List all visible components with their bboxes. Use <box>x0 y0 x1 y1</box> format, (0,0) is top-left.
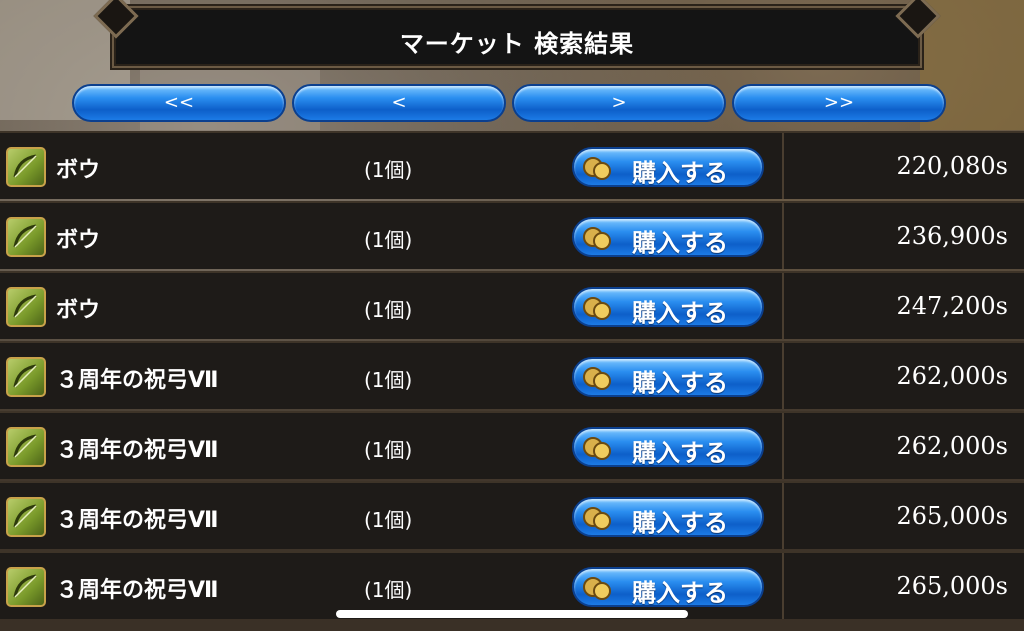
item-quantity: (1個) <box>364 438 413 462</box>
item-price: 265,000s <box>896 502 1008 530</box>
buy-button[interactable]: 購入する <box>572 567 764 607</box>
bow-icon <box>6 567 46 607</box>
column-divider <box>782 343 784 409</box>
column-divider <box>782 203 784 269</box>
buy-button-label: 購入する <box>632 299 728 327</box>
pagination-bar: << < > >> <box>72 84 952 124</box>
list-item: ３周年の祝弓Ⅶ (1個) 購入する 262,000s <box>0 341 1024 409</box>
list-item: ボウ (1個) 購入する 220,080s <box>0 131 1024 199</box>
buy-button[interactable]: 購入する <box>572 357 764 397</box>
prev-page-button[interactable]: < <box>292 84 506 122</box>
item-price: 236,900s <box>896 222 1008 250</box>
buy-button-label: 購入する <box>632 579 728 607</box>
coin-icon <box>583 437 611 460</box>
bow-icon <box>6 217 46 257</box>
item-quantity: (1個) <box>364 368 413 392</box>
list-item: ボウ (1個) 購入する 236,900s <box>0 201 1024 269</box>
item-price: 265,000s <box>896 572 1008 600</box>
title-bar: マーケット 検索結果 <box>112 6 922 68</box>
item-name: ボウ <box>56 298 101 323</box>
coin-icon <box>583 507 611 530</box>
coin-icon <box>583 227 611 250</box>
item-name: ボウ <box>56 158 101 183</box>
item-quantity: (1個) <box>364 578 413 602</box>
buy-button-label: 購入する <box>632 159 728 187</box>
list-item: ３周年の祝弓Ⅶ (1個) 購入する 262,000s <box>0 411 1024 479</box>
column-divider <box>782 133 784 199</box>
column-divider <box>782 483 784 549</box>
item-quantity: (1個) <box>364 508 413 532</box>
buy-button[interactable]: 購入する <box>572 147 764 187</box>
column-divider <box>782 553 784 619</box>
bow-icon <box>6 147 46 187</box>
list-item: ３周年の祝弓Ⅶ (1個) 購入する 265,000s <box>0 551 1024 619</box>
list-item: ボウ (1個) 購入する 247,200s <box>0 271 1024 339</box>
buy-button[interactable]: 購入する <box>572 287 764 327</box>
page-title: マーケット 検索結果 <box>399 30 635 58</box>
buy-button-label: 購入する <box>632 369 728 397</box>
bow-icon <box>6 287 46 327</box>
item-quantity: (1個) <box>364 298 413 322</box>
item-price: 220,080s <box>896 152 1008 180</box>
coin-icon <box>583 577 611 600</box>
column-divider <box>782 273 784 339</box>
bow-icon <box>6 357 46 397</box>
item-name: ボウ <box>56 228 101 253</box>
buy-button-label: 購入する <box>632 509 728 537</box>
coin-icon <box>583 297 611 320</box>
item-price: 262,000s <box>896 362 1008 390</box>
next-page-button[interactable]: > <box>512 84 726 122</box>
coin-icon <box>583 367 611 390</box>
bow-icon <box>6 427 46 467</box>
item-price: 262,000s <box>896 432 1008 460</box>
item-price: 247,200s <box>896 292 1008 320</box>
buy-button[interactable]: 購入する <box>572 217 764 257</box>
home-indicator[interactable] <box>336 610 688 618</box>
coin-icon <box>583 157 611 180</box>
list-item: ３周年の祝弓Ⅶ (1個) 購入する 265,000s <box>0 481 1024 549</box>
buy-button[interactable]: 購入する <box>572 427 764 467</box>
item-quantity: (1個) <box>364 158 413 182</box>
search-results-list: ボウ (1個) 購入する 220,080s ボウ (1個) 購入する 236,9… <box>0 131 1024 631</box>
item-quantity: (1個) <box>364 228 413 252</box>
item-name: ３周年の祝弓Ⅶ <box>56 508 219 533</box>
bow-icon <box>6 497 46 537</box>
first-page-button[interactable]: << <box>72 84 286 122</box>
buy-button-label: 購入する <box>632 229 728 257</box>
buy-button[interactable]: 購入する <box>572 497 764 537</box>
item-name: ３周年の祝弓Ⅶ <box>56 578 219 603</box>
last-page-button[interactable]: >> <box>732 84 946 122</box>
column-divider <box>782 413 784 479</box>
item-name: ３周年の祝弓Ⅶ <box>56 438 219 463</box>
buy-button-label: 購入する <box>632 439 728 467</box>
item-name: ３周年の祝弓Ⅶ <box>56 368 219 393</box>
